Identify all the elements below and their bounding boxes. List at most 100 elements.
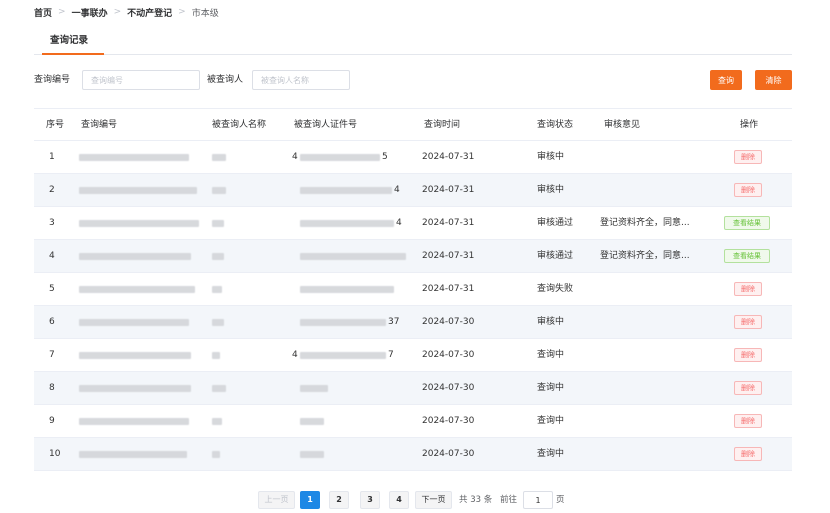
cell-index: 7 [49,350,55,360]
redacted-person-name [212,286,222,293]
query-no-label: 查询编号 [34,75,71,85]
query-no-input[interactable] [82,70,200,90]
cell-opinion [600,339,708,371]
cell-cert-tail: 37 [388,317,400,327]
breadcrumb-real-estate[interactable]: 不动产登记 [127,6,172,19]
view-result-button[interactable]: 查看结果 [724,249,770,263]
cell-status: 审核中 [537,317,565,327]
redacted-cert-no [300,187,392,194]
cell-index: 8 [49,383,55,393]
cell-index: 3 [49,218,55,228]
goto-page-input[interactable] [523,491,553,509]
cell-index: 2 [49,185,55,195]
redacted-person-name [212,319,224,326]
redacted-person-name [212,352,220,359]
header-actions: 操作 [740,120,759,130]
tab-bar: 查询记录 [34,31,792,55]
cell-query-time: 2024-07-31 [422,185,475,195]
breadcrumb-one-stop[interactable]: 一事联办 [72,6,108,19]
cell-status: 查询中 [537,350,565,360]
table-body: 1 4 5 2024-07-31 审核中 删除 2 4 2024-07-31 审核中 删除 3 4 202… [34,141,792,471]
redacted-cert-no [300,253,406,260]
redacted-cert-no [300,319,386,326]
cell-index: 9 [49,416,55,426]
table-header: 序号 查询编号 被查询人名称 被查询人证件号 查询时间 查询状态 审核意见 操作 [34,108,792,141]
prev-page-button[interactable]: 上一页 [258,491,295,509]
cell-cert-tail: 5 [382,152,388,162]
redacted-person-name [212,385,226,392]
view-result-button[interactable]: 查看结果 [724,216,770,230]
cell-opinion: 登记资料齐全，同意... [600,218,690,228]
redacted-cert-no [300,451,324,458]
cell-cert-head: 4 [292,152,298,162]
cell-cert-head: 4 [292,350,298,360]
redacted-query-no [79,220,199,227]
cell-opinion [600,405,708,437]
query-button[interactable]: 查询 [710,70,742,90]
table-row: 5 2024-07-31 查询失败 删除 [34,273,792,306]
cell-index: 1 [49,152,55,162]
page-suffix: 页 [556,495,565,505]
cell-status: 查询中 [537,416,565,426]
delete-button[interactable]: 删除 [734,381,762,395]
table-row: 2 4 2024-07-31 审核中 删除 [34,174,792,207]
page-button-4[interactable]: 4 [389,491,409,509]
redacted-cert-no [300,286,394,293]
cell-opinion [600,141,708,173]
delete-button[interactable]: 删除 [734,348,762,362]
cell-opinion [600,306,708,338]
delete-button[interactable]: 删除 [734,414,762,428]
cell-status: 审核通过 [537,218,574,228]
delete-button[interactable]: 删除 [734,150,762,164]
redacted-person-name [212,154,226,161]
breadcrumb-separator-icon: > [113,7,122,17]
delete-button[interactable]: 删除 [734,183,762,197]
delete-button[interactable]: 删除 [734,447,762,461]
page-button-2[interactable]: 2 [329,491,349,509]
cell-query-time: 2024-07-30 [422,449,475,459]
table-row: 6 37 2024-07-30 审核中 删除 [34,306,792,339]
person-name-input[interactable] [252,70,350,90]
tab-query-records[interactable]: 查询记录 [34,31,104,55]
redacted-query-no [79,352,191,359]
redacted-person-name [212,220,224,227]
cell-cert-tail: 7 [388,350,394,360]
redacted-query-no [79,154,189,161]
breadcrumb-home[interactable]: 首页 [34,6,52,19]
cell-query-time: 2024-07-31 [422,152,475,162]
delete-button[interactable]: 删除 [734,282,762,296]
redacted-query-no [79,418,189,425]
cell-status: 审核通过 [537,251,574,261]
table-row: 8 2024-07-30 查询中 删除 [34,372,792,405]
cell-query-time: 2024-07-30 [422,317,475,327]
redacted-person-name [212,187,226,194]
header-query-time: 查询时间 [424,120,461,130]
cell-query-time: 2024-07-31 [422,284,475,294]
delete-button[interactable]: 删除 [734,315,762,329]
clear-button[interactable]: 清除 [755,70,792,90]
cell-status: 审核中 [537,185,565,195]
cell-status: 查询中 [537,383,565,393]
header-index: 序号 [46,120,65,130]
cell-query-time: 2024-07-30 [422,350,475,360]
cell-opinion [600,372,708,404]
tab-active-indicator [42,53,104,55]
cell-cert-tail: 4 [396,218,402,228]
header-query-no: 查询编号 [81,120,118,130]
page-button-3[interactable]: 3 [360,491,380,509]
records-table: 序号 查询编号 被查询人名称 被查询人证件号 查询时间 查询状态 审核意见 操作… [34,108,792,471]
breadcrumb-separator-icon: > [58,7,66,17]
page-button-1[interactable]: 1 [300,491,320,509]
cell-status: 查询失败 [537,284,574,294]
next-page-button[interactable]: 下一页 [415,491,452,509]
redacted-cert-no [300,220,394,227]
table-row: 7 4 7 2024-07-30 查询中 删除 [34,339,792,372]
table-row: 4 2024-07-31 审核通过 登记资料齐全，同意... 查看结果 [34,240,792,273]
redacted-query-no [79,451,187,458]
redacted-query-no [79,253,191,260]
redacted-query-no [79,286,195,293]
header-cert-no: 被查询人证件号 [294,120,358,130]
breadcrumb-separator-icon: > [178,7,186,17]
table-row: 1 4 5 2024-07-31 审核中 删除 [34,141,792,174]
header-person-name: 被查询人名称 [212,120,267,130]
